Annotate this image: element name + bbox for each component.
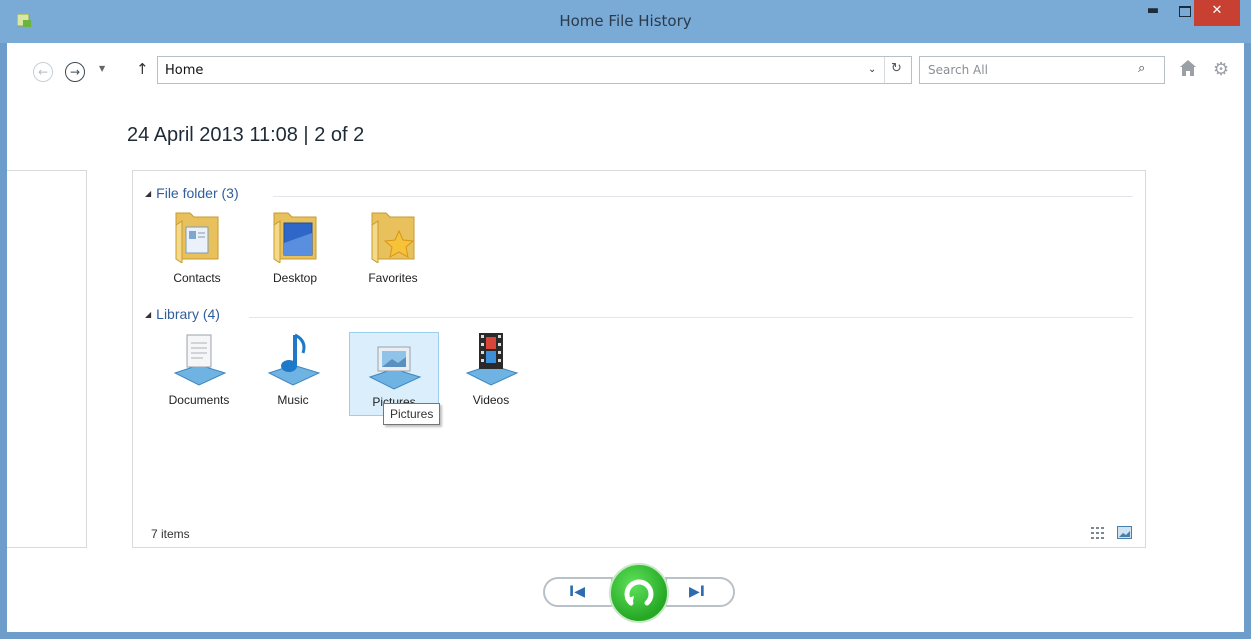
next-icon: ▶I (689, 584, 705, 600)
address-divider (884, 57, 885, 83)
title-bar: Home File History ▬ ✕ (0, 0, 1251, 43)
item-tooltip: Pictures (383, 403, 441, 425)
group-header-file-folder[interactable]: ◢ File folder (3) (145, 185, 239, 201)
item-videos[interactable]: Videos (449, 329, 533, 413)
up-button[interactable]: ↑ (136, 60, 149, 78)
videos-library-icon (465, 333, 519, 386)
next-version-button[interactable]: ▶I (665, 577, 735, 607)
search-icon[interactable]: ⌕ (1138, 61, 1145, 76)
contacts-folder-icon (175, 212, 219, 263)
minimize-button[interactable]: ▬ (1136, 0, 1170, 26)
collapse-icon: ◢ (145, 310, 152, 319)
group-divider (249, 317, 1133, 318)
navigation-toolbar: ← → ▼ ↑ Home ⌄ ↻ Search All ⌕ ⚙ (7, 43, 1244, 98)
home-icon[interactable] (1179, 59, 1197, 77)
music-library-icon (267, 333, 321, 386)
snapshot-date: 24 April 2013 11:08 | 2 of 2 (127, 124, 365, 146)
item-label: Documents (168, 393, 230, 407)
maximize-icon (1179, 6, 1191, 17)
item-label: Favorites (368, 271, 418, 285)
large-icons-view-icon[interactable] (1117, 526, 1133, 540)
close-button[interactable]: ✕ (1194, 0, 1240, 26)
previous-icon: I◀ (569, 584, 585, 600)
item-label: Contacts (173, 271, 221, 285)
collapse-icon: ◢ (145, 189, 152, 198)
desktop-folder-icon (273, 212, 317, 263)
restore-icon (624, 579, 654, 606)
details-view-icon[interactable] (1091, 526, 1107, 540)
status-item-count: 7 items (151, 527, 190, 541)
search-placeholder: Search All (928, 63, 988, 77)
refresh-icon[interactable]: ↻ (891, 61, 902, 76)
recent-locations-dropdown[interactable]: ▼ (99, 64, 105, 73)
restore-button[interactable] (609, 563, 669, 623)
address-bar[interactable]: Home ⌄ ↻ (157, 56, 912, 84)
file-view: ◢ File folder (3) Contacts Desktop Favor… (132, 170, 1146, 548)
file-history-window: Home File History ▬ ✕ ← → ▼ ↑ Home ⌄ ↻ S… (0, 0, 1251, 639)
window-title: Home File History (559, 12, 692, 30)
pictures-library-icon (368, 346, 422, 390)
back-button[interactable]: ← (33, 62, 53, 82)
favorites-folder-icon (371, 212, 415, 263)
item-desktop[interactable]: Desktop (253, 207, 337, 291)
group-header-library[interactable]: ◢ Library (4) (145, 306, 220, 322)
previous-version-button[interactable]: I◀ (543, 577, 613, 607)
item-label: Music (277, 393, 309, 407)
address-text: Home (165, 63, 204, 78)
address-dropdown-icon[interactable]: ⌄ (868, 64, 876, 75)
forward-button[interactable]: → (65, 62, 85, 82)
item-documents[interactable]: Documents (157, 329, 241, 413)
documents-library-icon (173, 334, 227, 386)
item-contacts[interactable]: Contacts (155, 207, 239, 291)
item-label: Desktop (272, 271, 318, 285)
item-label: Videos (472, 393, 510, 407)
group-divider (273, 196, 1133, 197)
previous-snapshot-panel[interactable] (7, 170, 87, 548)
item-music[interactable]: Music (251, 329, 335, 413)
search-box[interactable]: Search All ⌕ (919, 56, 1165, 84)
gear-icon[interactable]: ⚙ (1213, 59, 1229, 80)
item-favorites[interactable]: Favorites (351, 207, 435, 291)
